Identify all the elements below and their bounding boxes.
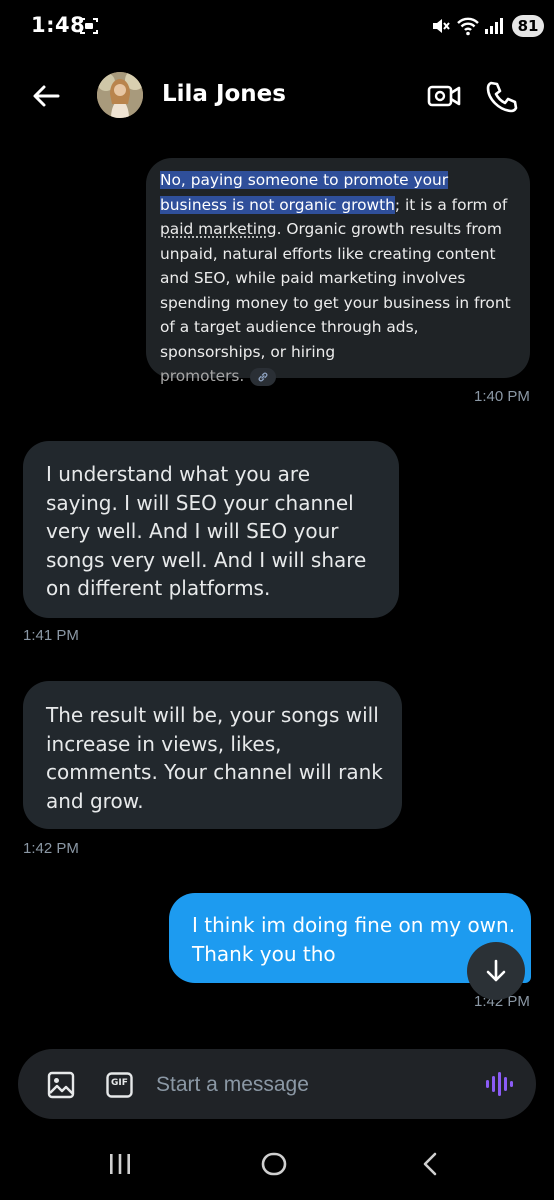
phone-icon[interactable] [485, 79, 519, 113]
nav-back-icon[interactable] [419, 1150, 441, 1178]
conversation-header: Lila Jones [0, 64, 554, 128]
message-composer: GIF [18, 1049, 536, 1119]
contact-name[interactable]: Lila Jones [162, 81, 286, 107]
scroll-to-bottom-button[interactable] [467, 942, 525, 1000]
message-timestamp: 1:40 PM [474, 388, 530, 405]
message-bubble-incoming[interactable]: I understand what you are saying. I will… [23, 441, 399, 618]
battery-level: 81 [517, 17, 539, 35]
home-icon[interactable] [260, 1150, 288, 1178]
message-text-part: . Organic growth results from unpaid, na… [160, 220, 511, 361]
mute-icon [433, 19, 450, 33]
link-chip[interactable] [250, 367, 277, 386]
link-icon [258, 372, 268, 381]
message-text-part: ; it is a form of [394, 195, 508, 214]
gif-label: GIF [111, 1078, 128, 1088]
avatar-image [97, 72, 143, 118]
status-bar: 1:48 81 [0, 0, 554, 54]
system-nav-bar [0, 1132, 554, 1200]
avatar[interactable] [97, 72, 143, 118]
status-time: 1:48 [31, 13, 86, 37]
wifi-icon [457, 17, 479, 36]
voice-icon[interactable] [484, 1069, 514, 1099]
message-bubble-incoming[interactable]: The result will be, your songs will incr… [23, 681, 402, 829]
image-icon[interactable] [47, 1071, 75, 1099]
message-text: No, paying someone to promote your busin… [160, 168, 520, 389]
video-call-icon[interactable] [427, 81, 461, 111]
gif-icon[interactable]: GIF [106, 1072, 133, 1098]
screenshot-icon [80, 18, 98, 34]
signal-icon [485, 18, 503, 34]
message-text: The result will be, your songs will incr… [46, 703, 383, 813]
message-text: I understand what you are saying. I will… [46, 462, 367, 600]
back-arrow-icon[interactable] [30, 80, 62, 112]
message-input[interactable] [154, 1067, 458, 1103]
message-text-tail: promoters. [160, 367, 245, 385]
message-timestamp: 1:41 PM [23, 627, 79, 644]
underlined-term[interactable]: paid marketing [160, 220, 277, 238]
message-bubble-outgoing[interactable]: No, paying someone to promote your busin… [146, 158, 530, 386]
arrow-down-icon [486, 959, 506, 982]
recent-apps-icon[interactable] [107, 1151, 133, 1177]
battery-icon: 81 [512, 15, 544, 37]
message-timestamp: 1:42 PM [23, 840, 79, 857]
dm-conversation-screen: 1:48 81 Lila Jones No, paying someone to… [0, 0, 554, 1200]
